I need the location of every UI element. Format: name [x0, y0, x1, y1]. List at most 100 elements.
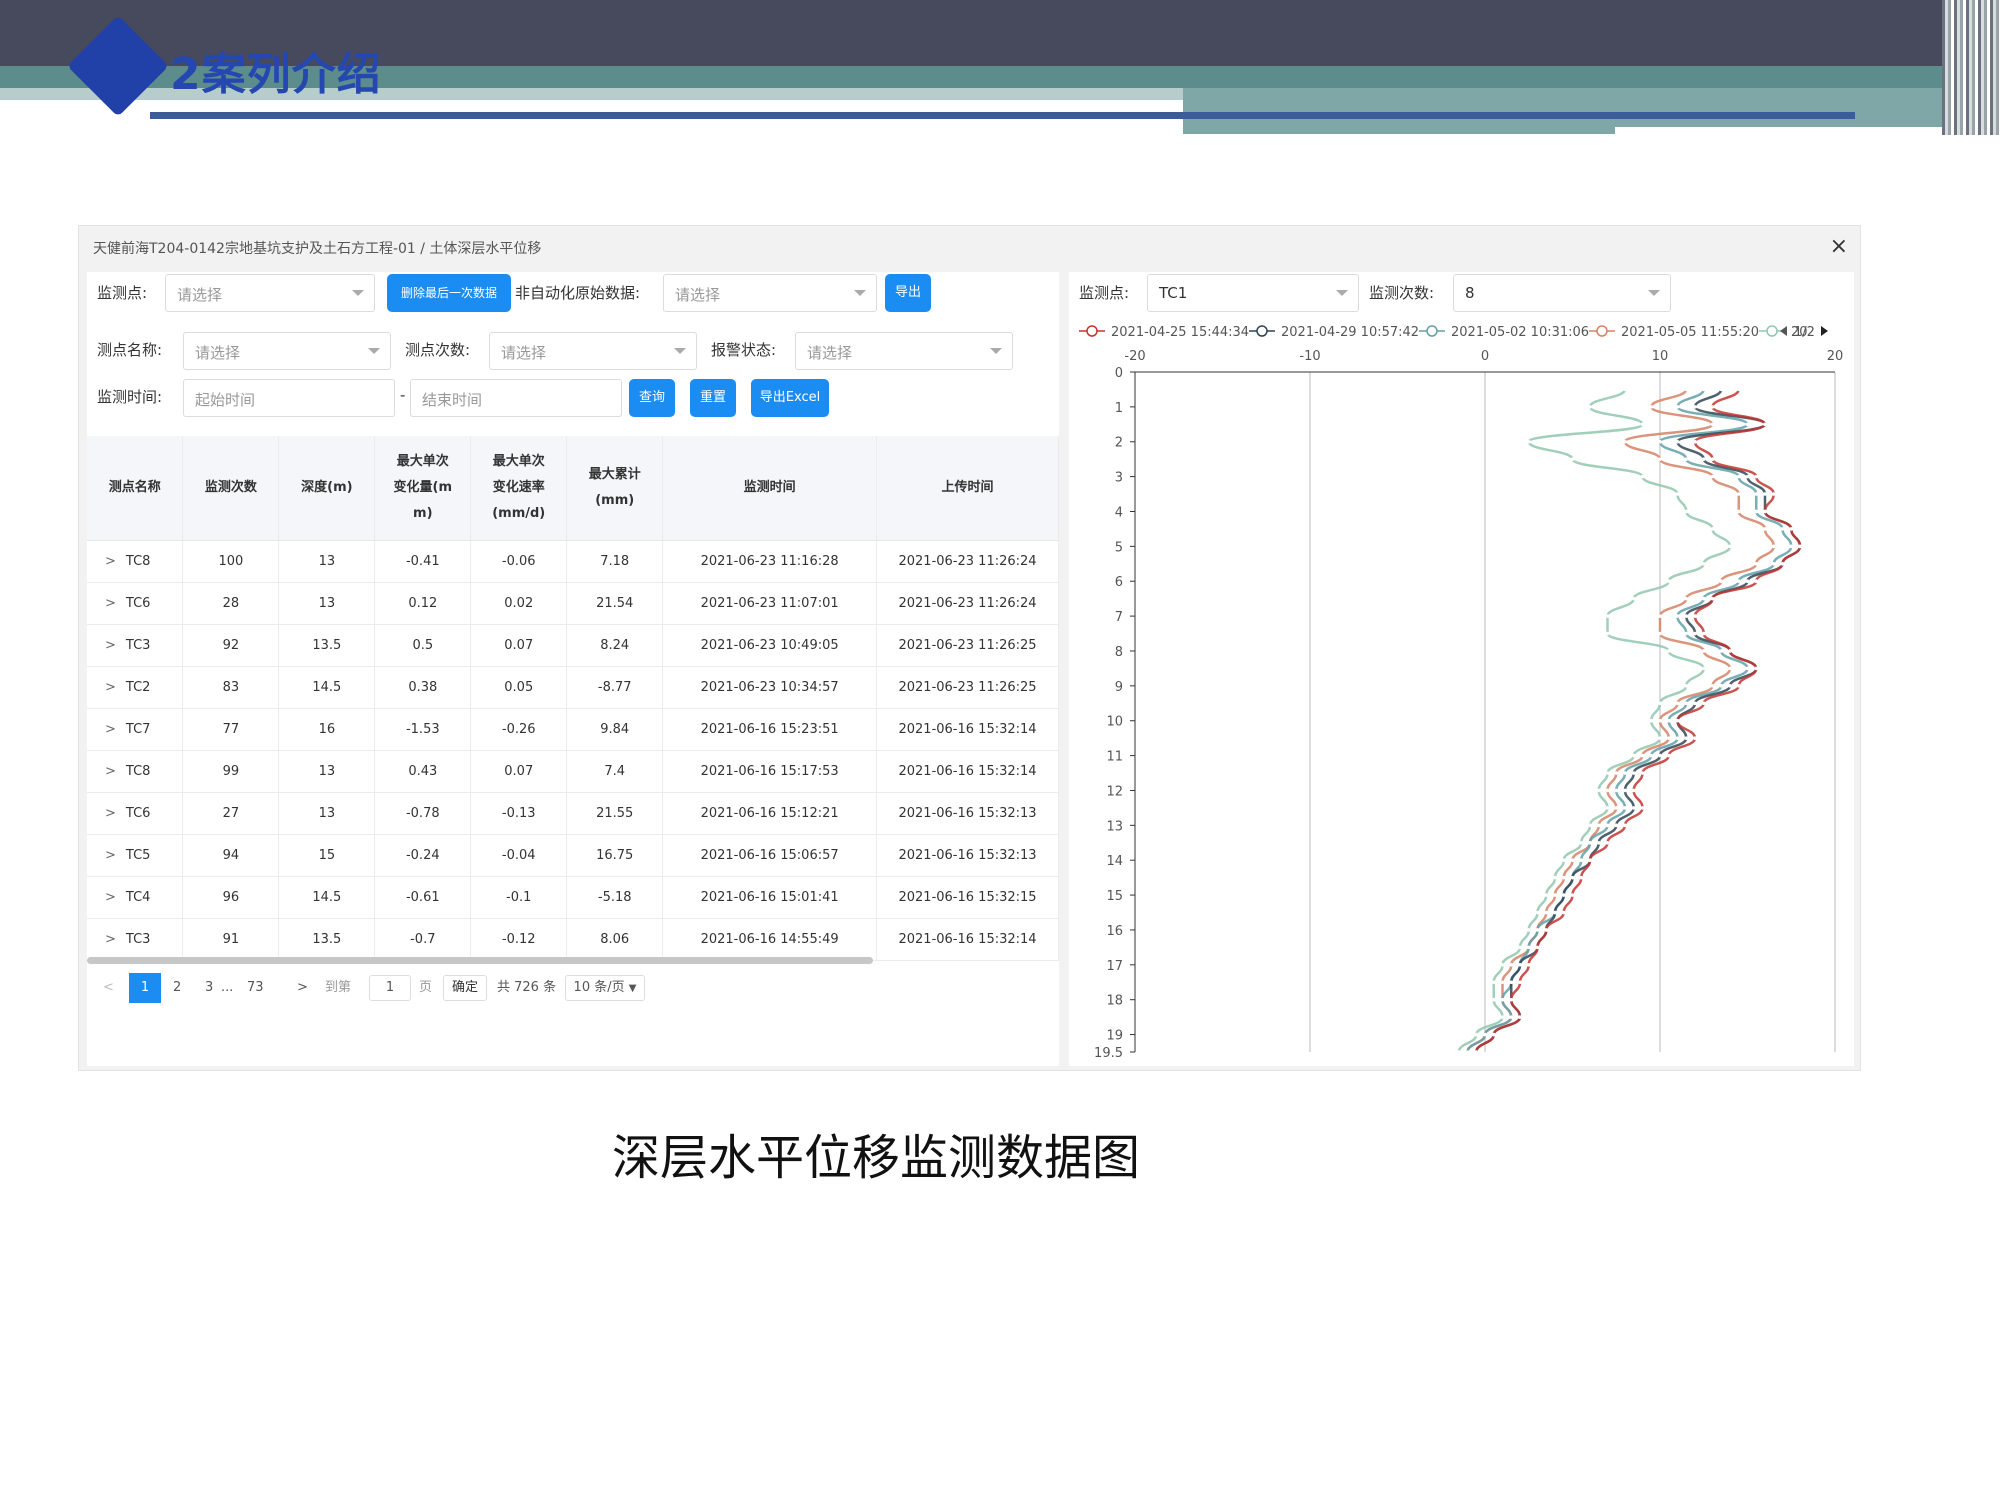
header-max-change[interactable]: 最大单次 变化量(m m) [374, 436, 472, 541]
header-depth[interactable]: 深度(m) [278, 436, 376, 541]
page-last[interactable]: 73 [247, 973, 264, 1003]
header-max-rate[interactable]: 最大单次 变化速率 (mm/d) [470, 436, 568, 541]
header-monitor-time[interactable]: 监测时间 [662, 436, 878, 541]
page-ellipsis[interactable]: ... [221, 973, 233, 1003]
data-point [1614, 771, 1619, 775]
data-point [1605, 840, 1610, 845]
table-row[interactable]: > TC4 96 14.5 -0.61 -0.1 -5.18 2021-06-16 15:01… [87, 876, 1059, 919]
data-point [1745, 422, 1750, 427]
expand-chevron-icon[interactable]: > [105, 638, 116, 653]
header-max-cumulative[interactable]: 最大累计 (mm) [566, 436, 664, 541]
table-row[interactable]: > TC6 28 13 0.12 0.02 21.54 2021-06-23 11:07:01… [87, 582, 1059, 625]
table-cell: 94 [182, 834, 280, 877]
expand-chevron-icon[interactable]: > [105, 554, 116, 569]
start-time-input[interactable]: 起始时间 [183, 379, 395, 417]
data-point [1675, 614, 1680, 618]
alarm-status-select[interactable]: 请选择 [795, 332, 1013, 370]
table-cell: 16.75 [566, 834, 664, 877]
expand-chevron-icon[interactable]: > [105, 890, 116, 905]
expand-chevron-icon[interactable]: > [105, 722, 116, 737]
prev-page-icon[interactable]: < [103, 973, 114, 1003]
cell-point-name: > TC2 [87, 666, 184, 709]
reset-button[interactable]: 重置 [690, 379, 736, 417]
expand-chevron-icon[interactable]: > [105, 932, 116, 947]
expand-chevron-icon[interactable]: > [105, 596, 116, 611]
y-tick-label: 6 [1115, 575, 1123, 590]
table-row[interactable]: > TC3 92 13.5 0.5 0.07 8.24 2021-06-23 10:49:05… [87, 624, 1059, 667]
data-point [1745, 474, 1750, 479]
point-name-text: TC7 [125, 721, 151, 737]
data-point [1509, 963, 1514, 967]
table-cell: -0.06 [470, 540, 568, 583]
page-1[interactable]: 1 [129, 973, 161, 1003]
legend-prev-icon[interactable] [1780, 326, 1787, 336]
data-point [1456, 1050, 1461, 1054]
export-excel-button[interactable]: 导出Excel [751, 379, 829, 417]
table-row[interactable]: > TC8 100 13 -0.41 -0.06 7.18 2021-06-23 11:16:… [87, 540, 1059, 583]
data-table: 测点名称 监测次数 深度(m) 最大单次 变化量(m m) 最大单次 变化速率 … [87, 436, 1059, 961]
table-row[interactable]: > TC3 91 13.5 -0.7 -0.12 8.06 2021-06-16 14:55:… [87, 918, 1059, 961]
table-row[interactable]: > TC7 77 16 -1.53 -0.26 9.84 2021-06-16 15:23:5… [87, 708, 1059, 751]
data-point [1623, 788, 1627, 793]
data-point [1693, 405, 1697, 409]
data-point [1710, 422, 1715, 427]
point-select[interactable]: 请选择 [165, 274, 375, 312]
delete-last-button[interactable]: 删除最后一次数据 [387, 274, 511, 312]
table-row[interactable]: > TC2 83 14.5 0.38 0.05 -8.77 2021-06-23 10:34:… [87, 666, 1059, 709]
y-tick-label: 3 [1115, 471, 1123, 486]
data-point [1518, 945, 1522, 950]
expand-chevron-icon[interactable]: > [105, 764, 116, 779]
query-button[interactable]: 查询 [629, 379, 675, 417]
data-point [1754, 474, 1759, 479]
chevron-down-icon [1648, 290, 1660, 296]
y-tick-label: 17 [1106, 959, 1123, 974]
monitoring-window: 天健前海T204-0142宗地基坑支护及土石方工程-01 / 土体深层水平位移 … [78, 225, 1861, 1071]
legend-next-icon[interactable] [1821, 326, 1828, 336]
table-cell: 2021-06-23 11:16:28 [662, 540, 878, 583]
close-icon[interactable]: × [1830, 234, 1848, 259]
table-cell: 2021-06-16 15:32:15 [876, 876, 1059, 919]
legend-marker [1596, 325, 1608, 337]
data-point [1754, 509, 1759, 514]
header-point-name[interactable]: 测点名称 [87, 436, 184, 541]
data-point [1684, 736, 1689, 740]
header-upload-time[interactable]: 上传时间 [876, 436, 1059, 541]
header-monitor-count[interactable]: 监测次数 [182, 436, 280, 541]
next-page-icon[interactable]: > [297, 973, 308, 1003]
data-point [1553, 893, 1557, 897]
expand-chevron-icon[interactable]: > [105, 806, 116, 821]
page-3[interactable]: 3 [205, 973, 213, 1003]
data-point [1658, 753, 1662, 758]
goto-input[interactable]: 1 [369, 975, 411, 1001]
data-point [1701, 701, 1706, 706]
point-name-select[interactable]: 请选择 [183, 332, 391, 370]
y-tick-label: 9 [1115, 680, 1123, 695]
horizontal-scrollbar[interactable] [87, 957, 873, 964]
chart-point-select[interactable]: TC1 [1147, 274, 1359, 312]
monitor-time-label: 监测时间: [97, 388, 163, 406]
page-size-select[interactable]: 10 条/页 ▼ [565, 975, 645, 1001]
table-row[interactable]: > TC6 27 13 -0.78 -0.13 21.55 2021-06-16 15:12:… [87, 792, 1059, 835]
table-row[interactable]: > TC5 94 15 -0.24 -0.04 16.75 2021-06-16 15:06:… [87, 834, 1059, 877]
data-point [1658, 701, 1662, 706]
confirm-button[interactable]: 确定 [443, 975, 487, 1001]
x-tick-label: 10 [1652, 349, 1669, 364]
data-point [1649, 718, 1654, 723]
raw-data-select[interactable]: 请选择 [663, 274, 877, 312]
expand-chevron-icon[interactable]: > [105, 680, 116, 695]
data-point [1658, 736, 1662, 740]
point-name-text: TC6 [125, 805, 151, 821]
data-point [1675, 718, 1680, 723]
expand-chevron-icon[interactable]: > [105, 848, 116, 863]
point-name-text: TC6 [125, 595, 151, 611]
end-time-input[interactable]: 结束时间 [410, 379, 622, 417]
data-point [1745, 666, 1750, 671]
point-count-select[interactable]: 请选择 [489, 332, 697, 370]
data-point [1640, 771, 1645, 775]
chart-count-select[interactable]: 8 [1453, 274, 1671, 312]
page-2[interactable]: 2 [173, 973, 181, 1003]
chevron-down-icon [352, 290, 364, 296]
export-button[interactable]: 导出 [885, 274, 931, 312]
table-row[interactable]: > TC8 99 13 0.43 0.07 7.4 2021-06-16 15:17:53 20… [87, 750, 1059, 793]
table-cell: 0.12 [374, 582, 472, 625]
